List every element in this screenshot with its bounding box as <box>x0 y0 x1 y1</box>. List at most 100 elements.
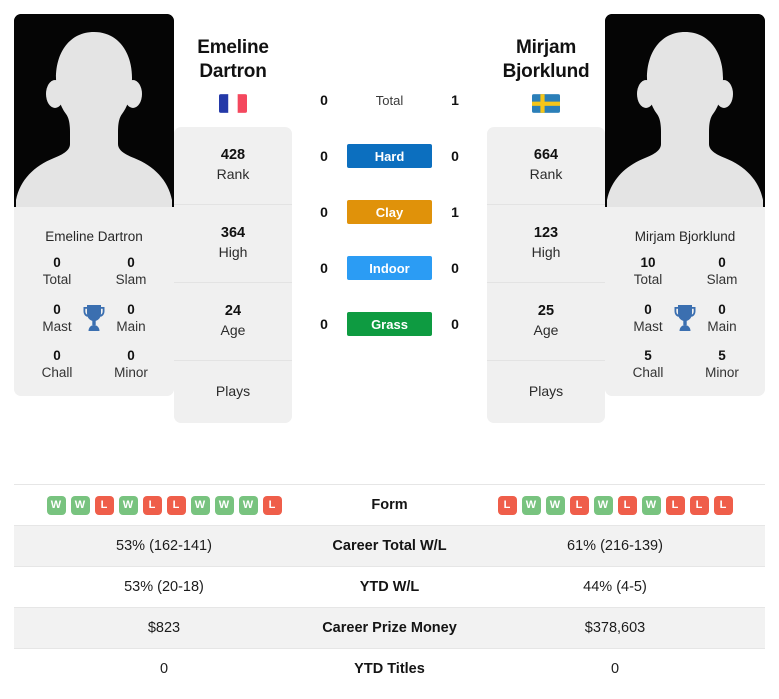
right-titles-total-value: 10 <box>640 255 656 270</box>
left-player-name[interactable]: Emeline Dartron <box>174 36 292 84</box>
row-label-ytd-titles: YTD Titles <box>354 661 425 678</box>
right-career-total-wl: 61% (216-139) <box>567 538 663 554</box>
right-age-value: 25 <box>537 303 555 320</box>
left-info-card: 428 Rank 364 High 24 Age Plays <box>174 126 292 423</box>
right-player-last-name: Bjorklund <box>502 60 590 82</box>
left-player-first-name: Emeline <box>197 37 269 58</box>
right-titles-minor-label: Minor <box>705 365 739 381</box>
se-flag-icon <box>532 93 560 113</box>
left-high-value: 364 <box>220 225 246 242</box>
table-row: 0 YTD Titles 0 <box>14 648 765 690</box>
right-player-column: Mirjam Bjorklund 10 Total 0 Slam 0 Mast <box>605 14 765 396</box>
form-badge[interactable]: L <box>142 495 162 515</box>
right-rank-label: Rank <box>529 166 563 183</box>
right-wins-grass: 0 <box>451 316 459 332</box>
form-badge[interactable]: L <box>166 495 186 515</box>
left-titles-total-label: Total <box>42 272 72 288</box>
left-info-age: 24 Age <box>174 283 292 361</box>
right-titles-grid: 10 Total 0 Slam 0 Mast 0 Main 5 Chall 5 … <box>611 254 759 382</box>
left-plays-label: Plays <box>215 383 251 400</box>
surface-label-grass[interactable]: Grass <box>347 312 432 336</box>
right-titles-total: 10 Total <box>611 254 685 289</box>
avatar-placeholder-icon <box>605 14 765 216</box>
right-player-name[interactable]: Mirjam Bjorklund <box>487 36 605 84</box>
form-badge[interactable]: L <box>617 495 637 515</box>
right-wins-indoor: 0 <box>451 260 459 276</box>
right-titles-slam-value: 0 <box>718 255 726 270</box>
table-row: 53% (162-141) Career Total W/L 61% (216-… <box>14 525 765 567</box>
left-form-cell: W W L W L L W W W L <box>14 485 314 526</box>
form-badge[interactable]: W <box>238 495 258 515</box>
form-badge[interactable]: L <box>689 495 709 515</box>
right-titles-slam-label: Slam <box>706 272 738 288</box>
form-badge[interactable]: W <box>545 495 565 515</box>
left-career-prize-money: $823 <box>147 620 181 636</box>
form-badge[interactable]: W <box>190 495 210 515</box>
left-ytd-wl: 53% (20-18) <box>124 579 204 595</box>
left-titles-total: 0 Total <box>20 254 94 289</box>
right-titles-total-label: Total <box>633 272 663 288</box>
right-info-high: 123 High <box>487 205 605 283</box>
right-ytd-titles: 0 <box>610 661 620 678</box>
form-badge[interactable]: W <box>70 495 90 515</box>
left-titles-chall-label: Chall <box>41 365 73 381</box>
left-rank-value: 428 <box>220 147 246 164</box>
left-info-high: 364 High <box>174 205 292 283</box>
comparison-header: Emeline Dartron 0 Total 0 Slam 0 Mast 0 … <box>0 0 779 476</box>
left-card-player-name: Emeline Dartron <box>45 229 143 244</box>
trophy-icon <box>674 304 696 331</box>
left-titles-slam-value: 0 <box>127 255 135 270</box>
row-label-career-total-wl: Career Total W/L <box>332 538 447 554</box>
left-titles-minor-value: 0 <box>127 348 135 364</box>
form-badge[interactable]: W <box>641 495 661 515</box>
form-badge[interactable]: L <box>262 495 282 515</box>
surface-label-indoor[interactable]: Indoor <box>347 256 432 280</box>
right-avatar-card <box>605 14 765 216</box>
left-wins-hard: 0 <box>320 148 328 164</box>
surface-row-total: 0 Total 1 <box>292 72 487 128</box>
surface-label-hard[interactable]: Hard <box>347 144 432 168</box>
row-label-ytd-wl: YTD W/L <box>359 579 420 595</box>
right-info-age: 25 Age <box>487 283 605 361</box>
form-badge[interactable]: W <box>118 495 138 515</box>
left-titles-slam: 0 Slam <box>94 254 168 289</box>
surface-label-total: Total <box>375 92 404 108</box>
left-player-last-name: Dartron <box>199 60 267 82</box>
right-age-label: Age <box>533 322 559 339</box>
surface-label-clay[interactable]: Clay <box>347 200 432 224</box>
form-badge[interactable]: L <box>713 495 733 515</box>
row-label-form: Form <box>371 497 408 513</box>
right-titles-minor: 5 Minor <box>685 347 759 382</box>
left-player-column: Emeline Dartron 0 Total 0 Slam 0 Mast 0 … <box>14 14 174 396</box>
right-titles-chall-label: Chall <box>632 365 664 381</box>
right-titles-card: Mirjam Bjorklund 10 Total 0 Slam 0 Mast <box>605 216 765 396</box>
right-info-rank: 664 Rank <box>487 127 605 205</box>
form-badge[interactable]: L <box>569 495 589 515</box>
form-badge[interactable]: W <box>46 495 66 515</box>
form-badge[interactable]: L <box>94 495 114 515</box>
form-badge[interactable]: W <box>593 495 613 515</box>
left-age-label: Age <box>220 322 246 339</box>
left-wins-clay: 0 <box>320 204 328 220</box>
row-label-career-prize-money: Career Prize Money <box>322 620 457 636</box>
left-titles-total-value: 0 <box>53 255 61 270</box>
surface-row-hard: 0 Hard 0 <box>292 128 487 184</box>
left-titles-slam-label: Slam <box>115 272 147 288</box>
surface-row-indoor: 0 Indoor 0 <box>292 240 487 296</box>
trophy-icon <box>83 304 105 331</box>
form-badge[interactable]: L <box>497 495 517 515</box>
form-badge[interactable]: W <box>521 495 541 515</box>
left-titles-chall: 0 Chall <box>20 347 94 382</box>
fr-flag-icon <box>219 93 247 113</box>
left-trophy <box>81 303 107 333</box>
right-trophy <box>672 303 698 333</box>
form-badge[interactable]: W <box>214 495 234 515</box>
form-badge[interactable]: L <box>665 495 685 515</box>
left-wins-total: 0 <box>320 92 328 108</box>
left-ytd-titles: 0 <box>159 661 169 678</box>
comparison-table: W W L W L L W W W L Form L W W L W L W L… <box>14 484 765 690</box>
right-card-player-name: Mirjam Bjorklund <box>634 229 736 244</box>
left-wins-grass: 0 <box>320 316 328 332</box>
right-info-plays: Plays <box>487 361 605 423</box>
right-wins-hard: 0 <box>451 148 459 164</box>
